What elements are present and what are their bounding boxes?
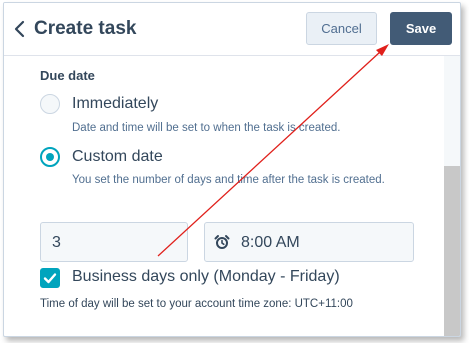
radio-immediately[interactable] bbox=[40, 94, 60, 114]
business-days-label[interactable]: Business days only (Monday - Friday) bbox=[72, 268, 340, 286]
radio-custom-date-label[interactable]: Custom date bbox=[72, 148, 163, 166]
create-task-panel: Create task Cancel Save Due date Immedia… bbox=[3, 2, 461, 337]
save-button[interactable]: Save bbox=[390, 12, 452, 45]
checkmark-icon bbox=[43, 273, 57, 284]
days-input[interactable]: 3 bbox=[40, 222, 188, 262]
business-days-checkbox[interactable] bbox=[40, 268, 60, 288]
due-date-section: Due date Immediately Date and time will … bbox=[4, 56, 444, 336]
radio-immediately-label[interactable]: Immediately bbox=[72, 95, 158, 113]
chevron-left-icon[interactable] bbox=[12, 20, 28, 38]
time-input[interactable]: 8:00 AM bbox=[204, 222, 414, 262]
panel-header: Create task Cancel Save bbox=[4, 3, 460, 56]
due-date-label: Due date bbox=[40, 68, 95, 83]
radio-custom-date[interactable] bbox=[40, 147, 60, 167]
page-title: Create task bbox=[34, 18, 137, 39]
radio-custom-date-hint: You set the number of days and time afte… bbox=[72, 174, 385, 186]
alarm-clock-icon bbox=[214, 235, 230, 249]
scrollbar-thumb[interactable] bbox=[444, 166, 460, 336]
radio-immediately-hint: Date and time will be set to when the ta… bbox=[72, 122, 341, 134]
time-value: 8:00 AM bbox=[241, 234, 300, 251]
timezone-note: Time of day will be set to your account … bbox=[40, 298, 353, 310]
cancel-button[interactable]: Cancel bbox=[306, 12, 377, 45]
